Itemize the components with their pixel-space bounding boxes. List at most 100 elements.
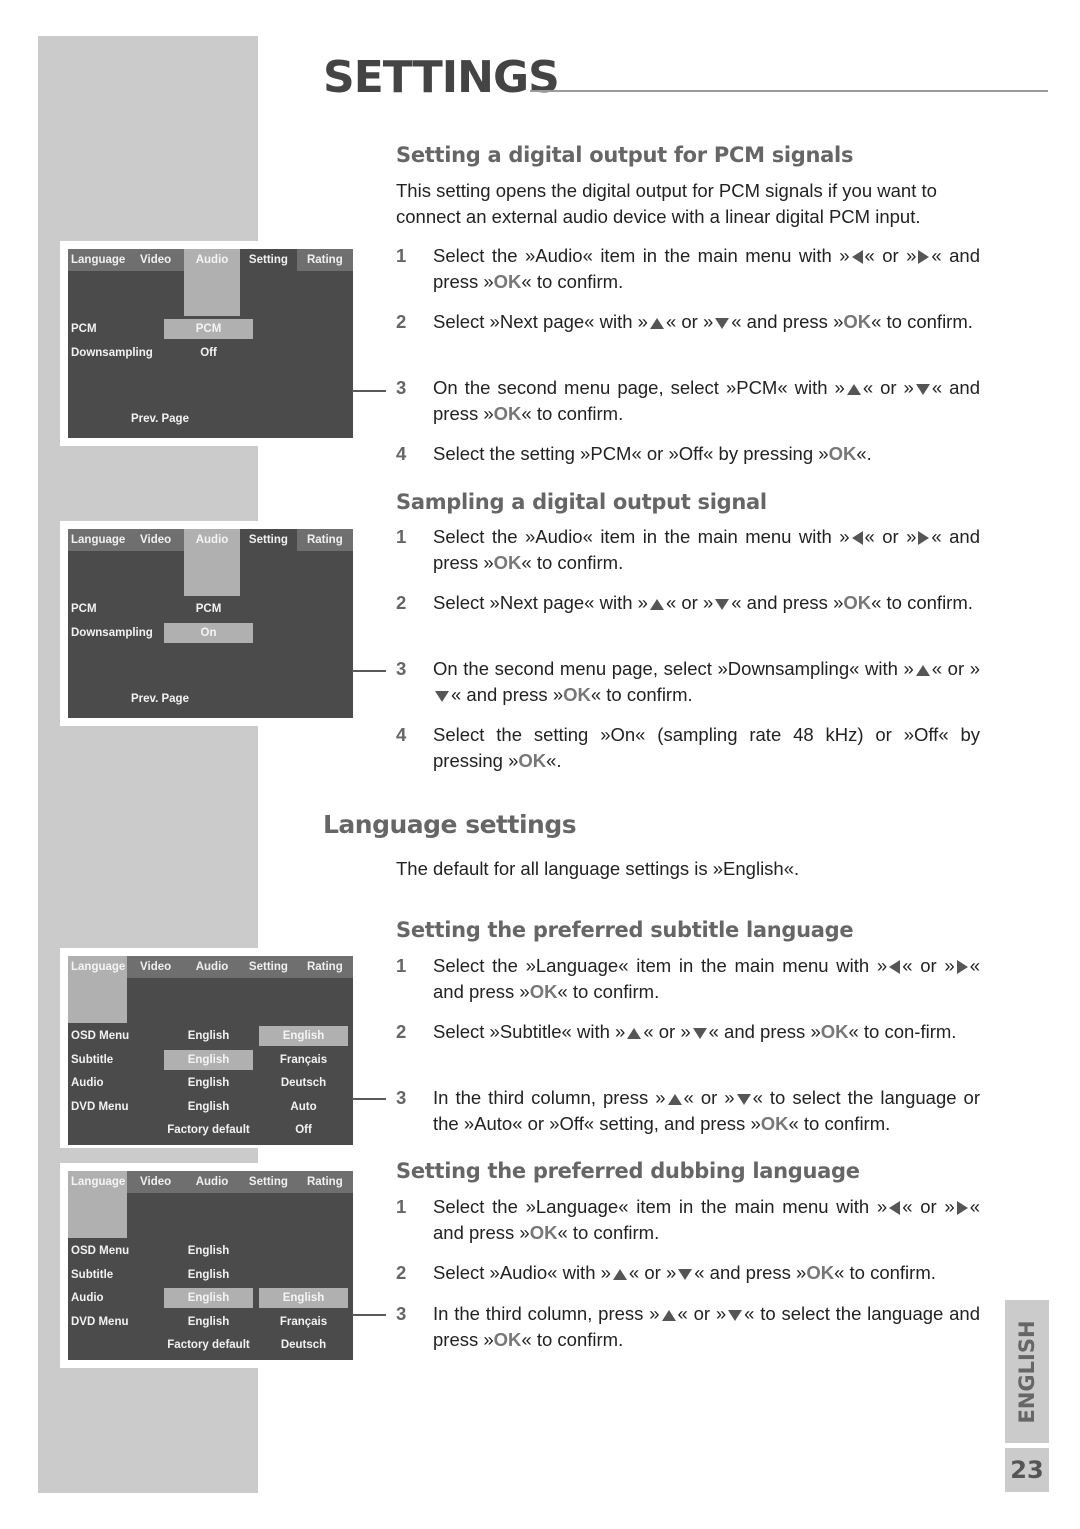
step-number: 4 <box>396 724 407 745</box>
osd-row-option[interactable]: Français <box>259 1050 348 1070</box>
osd-row-option[interactable]: English <box>259 1288 348 1308</box>
osd-row-option[interactable]: Off <box>259 1120 348 1140</box>
instruction-step: 4 Select the setting »PCM« or »Off« by pr… <box>396 441 980 467</box>
osd-tab-video[interactable]: Video <box>127 956 184 978</box>
step-text: Select »Audio« with » « or » « and press »… <box>433 1262 936 1283</box>
step-number: 2 <box>396 592 407 613</box>
arrow-up-icon <box>846 383 861 395</box>
osd-row-value[interactable]: PCM <box>164 319 253 339</box>
osd-row-value[interactable]: English <box>164 1097 253 1117</box>
osd-row-value[interactable]: English <box>164 1241 253 1261</box>
osd-row-value[interactable]: Factory default <box>164 1335 253 1355</box>
osd-tab-language[interactable]: Language <box>68 249 128 271</box>
osd-row-value[interactable]: English <box>164 1312 253 1332</box>
section-heading-language: Language settings <box>323 810 577 839</box>
arrow-down-icon <box>736 1093 751 1105</box>
prev-page-button[interactable]: Prev. Page <box>131 689 189 709</box>
osd-tab-rating[interactable]: Rating <box>296 529 354 551</box>
connector-line <box>352 390 386 392</box>
section-heading-pcm: Setting a digital output for PCM signals <box>396 143 854 167</box>
step-text: Select the »Audio« item in the main menu… <box>433 245 981 292</box>
instruction-step: 2 Select »Subtitle« with » « or » « and pre… <box>396 1019 980 1045</box>
osd-row-option[interactable]: Auto <box>259 1097 348 1117</box>
osd-row[interactable]: Audio English Deutsch <box>68 1073 353 1093</box>
osd-row-value[interactable]: Off <box>164 343 253 363</box>
menu-frame-subtitle: Language Video Audio Setting Rating OSD Menu E… <box>60 948 360 1148</box>
arrow-left-icon <box>851 531 863 546</box>
selected-tab-extension <box>68 978 128 1023</box>
osd-tab-setting[interactable]: Setting <box>240 249 297 271</box>
osd-tab-language[interactable]: Language <box>68 956 128 1023</box>
page-title: SETTINGS <box>323 52 560 103</box>
arrow-up-icon <box>612 1268 627 1280</box>
osd-tab-rating[interactable]: Rating <box>296 956 354 978</box>
section-heading-subtitle: Setting the preferred subtitle language <box>396 918 854 942</box>
osd-row[interactable]: Factory default Deutsch <box>68 1335 353 1355</box>
osd-row-value[interactable]: English <box>164 1073 253 1093</box>
osd-tab-setting[interactable]: Setting <box>240 529 297 551</box>
step-number: 1 <box>396 245 407 266</box>
selected-tab-extension <box>68 1193 128 1238</box>
instruction-step: 3 In the third column, press » « or » « to … <box>396 1085 980 1137</box>
osd-row-value[interactable]: English <box>164 1265 253 1285</box>
osd-row[interactable]: Subtitle English <box>68 1265 353 1285</box>
osd-tab-language[interactable]: Language <box>68 1171 128 1238</box>
osd-row[interactable]: OSD Menu English <box>68 1241 353 1261</box>
osd-tab-audio[interactable]: Audio <box>183 249 241 316</box>
arrow-down-icon <box>715 598 730 610</box>
osd-tab-audio[interactable]: Audio <box>183 1171 241 1193</box>
osd-row[interactable]: PCM PCM <box>68 319 353 339</box>
osd-row-label: Subtitle <box>71 1053 114 1066</box>
osd-row-value[interactable]: Factory default <box>164 1120 253 1140</box>
osd-row-option[interactable]: Deutsch <box>259 1335 348 1355</box>
ok-key-label: OK <box>493 271 522 292</box>
osd-row-label: Audio <box>71 1292 104 1304</box>
osd-tab-rating[interactable]: Rating <box>296 1171 354 1193</box>
step-text: Select the »Language« item in the main m… <box>433 955 980 1002</box>
osd-row[interactable]: DVD Menu English Français <box>68 1312 353 1332</box>
selected-tab-extension <box>183 551 241 596</box>
osd-tab-setting[interactable]: Setting <box>240 1171 297 1193</box>
step-text: Select »Next page« with » « or » « and pre… <box>433 311 973 332</box>
osd-tab-setting[interactable]: Setting <box>240 956 297 978</box>
osd-row-value[interactable]: PCM <box>164 599 253 619</box>
ok-key-label: OK <box>828 443 857 464</box>
instruction-step: 3 In the third column, press » « or » « to … <box>396 1301 980 1353</box>
osd-row-value[interactable]: English <box>164 1049 253 1070</box>
osd-row-option[interactable]: Deutsch <box>259 1073 348 1093</box>
osd-row-label: Audio <box>71 1077 104 1089</box>
step-text: In the third column, press » « or » « to s… <box>433 1087 980 1134</box>
osd-row[interactable]: Factory default Off <box>68 1120 353 1140</box>
osd-row-label: DVD Menu <box>71 1315 129 1328</box>
osd-tab-video[interactable]: Video <box>127 529 184 551</box>
osd-row-value[interactable]: English <box>164 1288 253 1308</box>
ok-key-label: OK <box>843 592 872 613</box>
osd-row-option[interactable]: Français <box>259 1312 348 1332</box>
instruction-step: 1 Select the »Audio« item in the main men… <box>396 243 980 295</box>
prev-page-button[interactable]: Prev. Page <box>131 409 189 429</box>
osd-row[interactable]: Subtitle English Français <box>68 1049 353 1070</box>
osd-row-option[interactable]: English <box>259 1026 348 1046</box>
arrow-right-icon <box>956 960 968 975</box>
step-number: 1 <box>396 526 407 547</box>
osd-row[interactable]: DVD Menu English Auto <box>68 1097 353 1117</box>
ok-key-label: OK <box>493 552 522 573</box>
osd-tab-bar: Language Video Audio Setting Rating <box>68 1171 354 1238</box>
osd-tab-video[interactable]: Video <box>127 249 184 271</box>
osd-row[interactable]: Downsampling On <box>68 623 353 643</box>
osd-row[interactable]: PCM PCM <box>68 599 353 619</box>
osd-tab-video[interactable]: Video <box>127 1171 184 1193</box>
osd-row-value[interactable]: English <box>164 1026 253 1046</box>
osd-row[interactable]: Audio English English <box>68 1288 353 1308</box>
ok-key-label: OK <box>529 1222 558 1243</box>
osd-tab-rating[interactable]: Rating <box>296 249 354 271</box>
osd-row[interactable]: Downsampling Off <box>68 343 353 363</box>
osd-tab-language[interactable]: Language <box>68 529 128 551</box>
osd-tab-audio[interactable]: Audio <box>183 956 241 978</box>
arrow-down-icon <box>728 1309 743 1321</box>
osd-tab-audio[interactable]: Audio <box>183 529 241 596</box>
language-intro: The default for all language settings is… <box>396 858 800 879</box>
osd-row[interactable]: OSD Menu English English <box>68 1026 353 1046</box>
step-number: 3 <box>396 1087 407 1108</box>
osd-row-value[interactable]: On <box>164 623 253 643</box>
